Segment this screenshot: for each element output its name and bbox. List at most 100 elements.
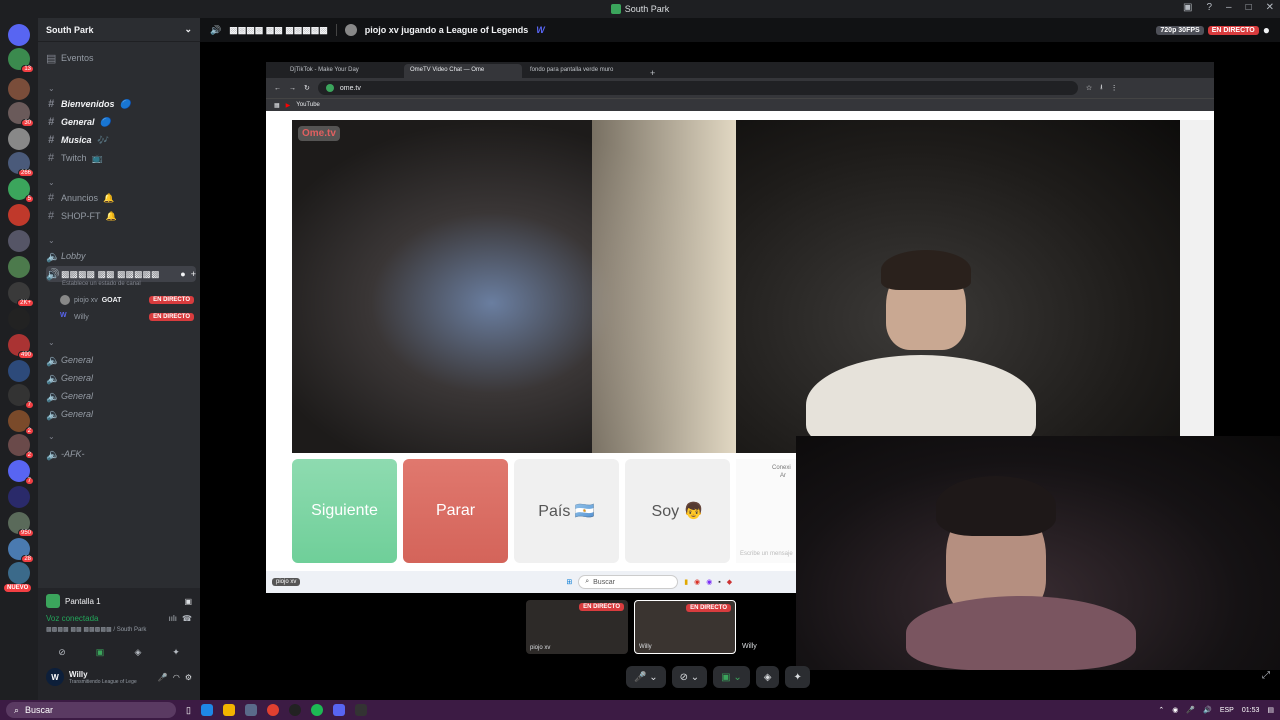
gear-icon[interactable]: ⚙ xyxy=(185,673,192,682)
edge-icon[interactable] xyxy=(200,704,213,716)
discord-icon[interactable] xyxy=(332,704,345,716)
stop-share-icon[interactable]: ▣ xyxy=(184,597,192,606)
forward-icon[interactable]: → xyxy=(289,85,296,92)
chrome-icon[interactable] xyxy=(266,704,279,716)
browser-tab[interactable]: fondo para pantalla verde muro xyxy=(524,64,642,78)
voice-status[interactable]: Voz conectada ıılı ☎ xyxy=(46,614,192,623)
windows-search[interactable]: ⌕ Buscar xyxy=(578,575,679,589)
user-info[interactable]: W WillyTransmitiendo League of Legends 🎤… xyxy=(46,668,192,686)
activity-button[interactable]: ◈ xyxy=(755,666,780,688)
voice-channel-general[interactable]: 🔈 General xyxy=(46,370,196,386)
voice-channel-general[interactable]: 🔈 General xyxy=(46,388,196,404)
next-button[interactable]: Siguiente xyxy=(292,459,397,563)
activity-button[interactable]: ◈ xyxy=(122,644,154,660)
close-icon[interactable]: ✕ xyxy=(1266,2,1274,13)
folder-icon[interactable]: ▮ xyxy=(684,578,688,586)
folder-icon[interactable] xyxy=(222,704,235,716)
server-icon[interactable]: 7 xyxy=(8,384,34,409)
server-icon[interactable] xyxy=(8,256,30,278)
menu-icon[interactable]: ⋮ xyxy=(1111,84,1118,92)
category-collapse[interactable]: ⌄ xyxy=(48,236,55,245)
camera-button[interactable]: ⊘ ⌄ xyxy=(671,666,708,688)
category-collapse[interactable]: ⌄ xyxy=(48,178,55,187)
tray-icon[interactable]: ◉ xyxy=(1172,706,1178,714)
soundboard-button[interactable]: ✦ xyxy=(160,644,192,660)
screen-share-button[interactable]: ▣ xyxy=(84,644,116,660)
app-icon[interactable]: ◆ xyxy=(727,578,732,586)
stream-thumb[interactable]: EN DIRECTO piojo xv xyxy=(526,600,628,654)
events-link[interactable]: ▤ Eventos xyxy=(46,50,196,66)
task-view-icon[interactable]: ▯ xyxy=(186,705,191,716)
download-icon[interactable]: ⭳ xyxy=(1100,83,1102,94)
new-tab-icon[interactable]: + xyxy=(644,68,661,78)
app-icon[interactable]: ◉ xyxy=(706,578,712,586)
server-icon[interactable]: 2 xyxy=(8,410,34,435)
voice-channel-afk[interactable]: 🔈 -AFK- xyxy=(46,446,196,462)
spotify-icon[interactable] xyxy=(310,704,323,716)
chat-icon[interactable]: ● xyxy=(180,269,185,279)
chat-input[interactable]: Escribe un mensaje xyxy=(740,551,793,557)
help-icon[interactable]: ? xyxy=(1206,2,1212,13)
server-header[interactable]: South Park ⌄ xyxy=(38,18,200,42)
server-icon[interactable]: 2K+ xyxy=(8,282,34,307)
voice-user[interactable]: W Willy EN DIRECTO xyxy=(60,310,194,324)
server-icon[interactable] xyxy=(8,360,30,382)
app-icon[interactable] xyxy=(354,704,367,716)
channel-shop[interactable]: # SHOP-FT 🔔 xyxy=(46,208,196,224)
screen-share-row[interactable]: Pantalla 1 ▣ xyxy=(46,594,192,608)
home-button[interactable] xyxy=(8,24,30,46)
windows-icon[interactable]: ⊞ xyxy=(566,578,572,586)
inbox-icon[interactable]: ▣ xyxy=(1183,2,1192,13)
language-indicator[interactable]: ESP xyxy=(1220,707,1234,714)
maximize-icon[interactable]: □ xyxy=(1246,2,1252,13)
server-icon[interactable] xyxy=(8,78,30,100)
add-user-icon[interactable]: + xyxy=(191,269,196,279)
server-icon[interactable]: 950 xyxy=(8,512,34,537)
disconnect-icon[interactable]: ☎ xyxy=(182,614,192,623)
channel-twitch[interactable]: # Twitch 📺 xyxy=(46,150,196,166)
back-icon[interactable]: ← xyxy=(274,85,281,92)
voice-channel-active[interactable]: 🔊 ▩▩▩▩ ▩▩ ▩▩▩▩▩ ● + xyxy=(46,266,196,282)
stop-button[interactable]: Parar xyxy=(403,459,508,563)
stream-thumb[interactable]: EN DIRECTO Willy xyxy=(634,600,736,654)
apps-icon[interactable]: ▦ xyxy=(274,102,280,109)
server-icon[interactable] xyxy=(8,128,30,150)
clock[interactable]: 01:53 xyxy=(1242,707,1260,714)
bookmark-youtube[interactable]: YouTube xyxy=(296,102,320,108)
voice-channel-lobby[interactable]: 🔈 Lobby xyxy=(46,248,196,264)
app-icon[interactable] xyxy=(244,704,257,716)
server-icon[interactable]: 7 xyxy=(8,460,34,485)
taskbar-search[interactable]: ⌕ Buscar xyxy=(6,702,176,718)
browser-tab[interactable]: DjTikTok - Make Your Day xyxy=(284,64,402,78)
server-icon[interactable]: 28 xyxy=(8,538,34,563)
noise-icon[interactable]: ıılı xyxy=(169,614,177,623)
mic-button[interactable]: 🎤 ⌄ xyxy=(626,666,666,688)
server-icon[interactable]: 2 xyxy=(8,434,34,459)
category-collapse[interactable]: ⌄ xyxy=(48,338,55,347)
headphones-icon[interactable]: ◠ xyxy=(173,673,180,682)
channel-bienvenidos[interactable]: # Bienvenidos 🔵 xyxy=(46,96,196,112)
channel-musica[interactable]: # Musica 🎶 xyxy=(46,132,196,148)
fullscreen-icon[interactable]: ⤢ xyxy=(1262,670,1270,681)
camera-off-button[interactable]: ⊘ xyxy=(46,644,78,660)
server-icon[interactable]: 13 xyxy=(8,48,34,73)
category-collapse[interactable]: ⌄ xyxy=(48,84,55,93)
voice-channel-general[interactable]: 🔈 General xyxy=(46,352,196,368)
channel-anuncios[interactable]: # Anuncios 🔔 xyxy=(46,190,196,206)
chrome-icon[interactable]: ◉ xyxy=(694,578,700,586)
server-icon[interactable]: 490 xyxy=(8,334,34,359)
chevron-up-icon[interactable]: ⌃ xyxy=(1158,706,1164,714)
server-icon[interactable] xyxy=(8,308,30,330)
server-icon[interactable] xyxy=(8,230,30,252)
soundboard-button[interactable]: ✦ xyxy=(785,666,810,688)
voice-user[interactable]: piojo xv GOAT EN DIRECTO xyxy=(60,293,194,307)
server-icon[interactable]: 5 xyxy=(8,178,34,203)
server-icon[interactable] xyxy=(8,486,30,508)
browser-tab[interactable]: OmeTV Video Chat — Ome xyxy=(404,64,522,78)
address-bar[interactable]: ome.tv xyxy=(317,81,1078,95)
server-icon[interactable] xyxy=(8,562,30,584)
volume-icon[interactable]: 🔊 xyxy=(1203,706,1212,714)
mic-icon[interactable]: 🎤 xyxy=(1186,706,1195,714)
mic-icon[interactable]: 🎤 xyxy=(158,673,168,682)
notification-icon[interactable]: ▤ xyxy=(1267,706,1274,714)
